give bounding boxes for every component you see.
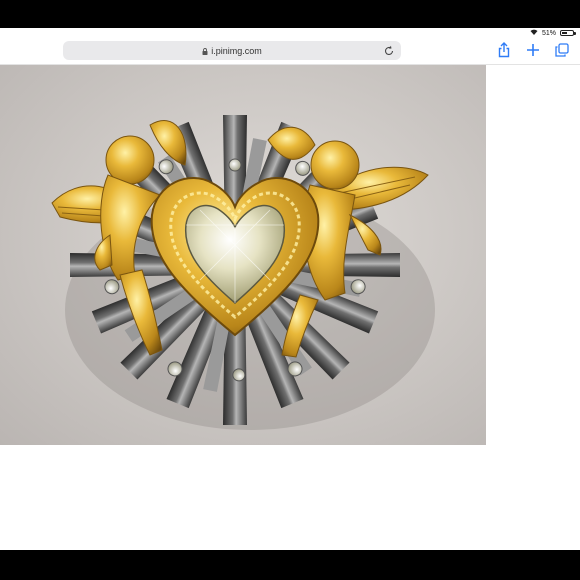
brooch-photo <box>0 65 486 445</box>
lock-icon <box>202 47 208 55</box>
browser-toolbar: i.pinimg.com <box>0 38 580 65</box>
wifi-icon <box>530 29 538 37</box>
battery-percentage: 51% <box>541 29 556 37</box>
url-text: i.pinimg.com <box>211 45 262 56</box>
plus-icon <box>527 44 539 56</box>
tabs-button[interactable] <box>554 42 570 58</box>
share-icon <box>498 42 510 58</box>
bottom-black-bar <box>0 550 580 580</box>
status-indicators: 51% <box>530 28 576 38</box>
url-display: i.pinimg.com <box>202 46 262 56</box>
tabs-icon <box>555 43 569 57</box>
new-tab-button[interactable] <box>525 42 541 58</box>
address-bar[interactable]: i.pinimg.com <box>63 41 401 60</box>
top-black-bar <box>0 0 580 28</box>
battery-fill <box>562 32 568 34</box>
reload-icon[interactable] <box>383 44 395 56</box>
page-content <box>0 65 580 550</box>
battery-icon <box>560 30 576 36</box>
share-button[interactable] <box>496 42 512 58</box>
status-bar: 51% <box>0 28 580 38</box>
